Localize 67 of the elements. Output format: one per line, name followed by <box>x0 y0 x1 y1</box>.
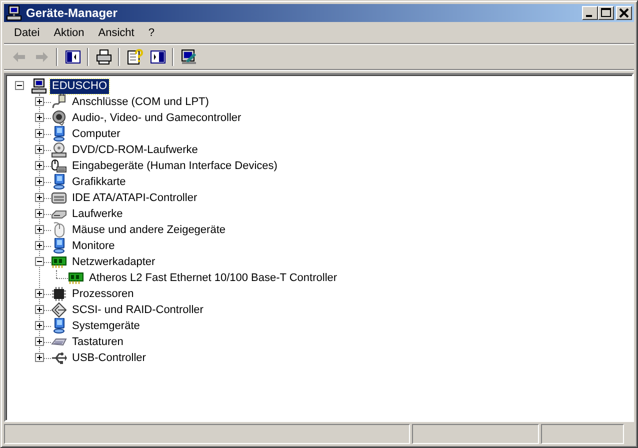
expand-toggle[interactable] <box>35 113 44 122</box>
plug-icon <box>51 94 67 110</box>
mouse-icon <box>51 222 67 238</box>
tree-item[interactable]: Tastaturen <box>70 334 126 350</box>
menu-item[interactable]: ? <box>141 27 162 39</box>
tree-item[interactable]: USB-Controller <box>70 350 148 366</box>
expand-toggle[interactable] <box>35 321 44 330</box>
computer-icon <box>51 238 67 254</box>
expand-toggle[interactable] <box>35 209 44 218</box>
maximize-button[interactable] <box>598 6 614 20</box>
collapse-toggle[interactable] <box>35 257 44 266</box>
tree-item[interactable]: Laufwerke <box>70 206 125 222</box>
tree-item[interactable]: IDE ATA/ATAPI-Controller <box>70 190 200 206</box>
minimize-icon <box>586 15 592 17</box>
expand-toggle[interactable] <box>35 241 44 250</box>
collapse-toggle[interactable] <box>15 81 24 90</box>
computer-icon <box>51 318 67 334</box>
tree-item[interactable]: SCSI- und RAID-Controller <box>70 302 206 318</box>
menu-item[interactable]: Ansicht <box>91 27 142 39</box>
expand-toggle[interactable] <box>35 193 44 202</box>
expand-toggle[interactable] <box>35 353 44 362</box>
scan-hardware-icon <box>180 49 196 65</box>
network-card-icon <box>51 254 67 270</box>
expand-toggle[interactable] <box>35 97 44 106</box>
expand-toggle[interactable] <box>35 177 44 186</box>
tree-item[interactable]: EDUSCHO <box>50 78 110 94</box>
tree-item[interactable]: DVD/CD-ROM-Laufwerke <box>70 142 200 158</box>
computer-icon <box>6 5 22 21</box>
expand-toggle[interactable] <box>35 161 44 170</box>
expand-toggle[interactable] <box>35 225 44 234</box>
keyboard-mouse-icon <box>51 158 67 174</box>
close-icon <box>619 8 629 18</box>
menu-item[interactable]: Datei <box>7 27 47 39</box>
tree-item[interactable]: Mäuse und andere Zeigegeräte <box>70 222 228 238</box>
menu-item[interactable]: Aktion <box>46 27 92 39</box>
printer-icon <box>96 49 112 65</box>
usb-icon <box>51 350 67 366</box>
close-button[interactable] <box>616 6 632 20</box>
tree-item[interactable]: Anschlüsse (COM und LPT) <box>70 94 211 110</box>
expand-toggle[interactable] <box>35 129 44 138</box>
help-page-icon <box>126 49 142 65</box>
minimize-button[interactable] <box>582 6 598 20</box>
window-title: Geräte-Manager <box>26 6 118 20</box>
computer-icon <box>51 174 67 190</box>
tree-item[interactable]: Netzwerkadapter <box>70 254 158 270</box>
tree-item[interactable]: Systemgeräte <box>70 318 142 334</box>
cd-drive-icon <box>51 142 67 158</box>
speaker-icon <box>51 110 67 126</box>
expand-toggle[interactable] <box>35 337 44 346</box>
tree-item[interactable]: Atheros L2 Fast Ethernet 10/100 Base-T Controller <box>87 270 340 286</box>
connector-icon <box>51 302 67 318</box>
tree-item[interactable]: Prozessoren <box>70 286 136 302</box>
maximize-icon <box>601 8 611 18</box>
tree-pane-icon <box>64 49 80 65</box>
tree-item[interactable]: Eingabegeräte (Human Interface Devices) <box>70 158 280 174</box>
computer-icon <box>51 126 67 142</box>
tree-item[interactable]: Audio-, Video- und Gamecontroller <box>70 110 244 126</box>
expand-toggle[interactable] <box>35 289 44 298</box>
tree-item[interactable]: Computer <box>70 126 122 142</box>
network-card-icon <box>68 270 84 286</box>
tree-item[interactable]: Grafikkarte <box>70 174 128 190</box>
action-pane-icon <box>150 49 166 65</box>
forward-arrow-icon <box>34 49 50 65</box>
expand-toggle[interactable] <box>35 305 44 314</box>
chip-icon <box>51 286 67 302</box>
tree-item[interactable]: Monitore <box>70 238 117 254</box>
expand-toggle[interactable] <box>35 145 44 154</box>
